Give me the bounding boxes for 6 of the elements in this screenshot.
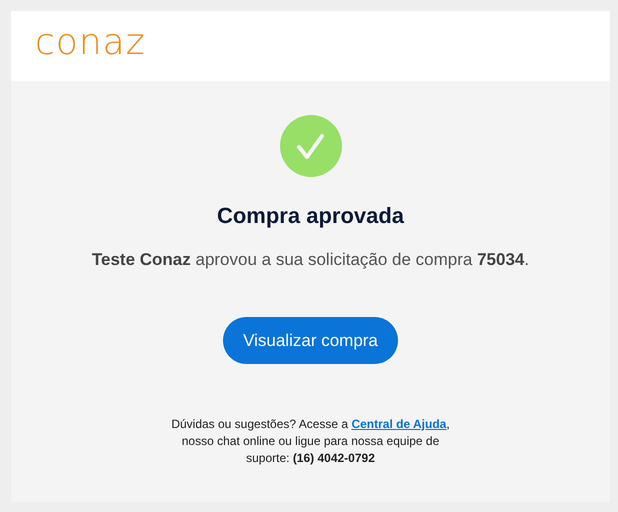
heading: Compra aprovada: [216, 203, 404, 229]
view-purchase-button[interactable]: Visualizar compra: [223, 317, 398, 364]
help-link[interactable]: Central de Ajuda: [351, 417, 446, 431]
logo: conaz: [35, 25, 146, 61]
message: Teste Conaz aprovou a sua solicitação de compra 75034.: [92, 250, 530, 270]
help-text: Dúvidas ou sugestões? Acesse a Central de Ajuda, nosso chat online ou ligue para nossa equipe de suporte: (16) 4042-0792: [170, 416, 451, 467]
